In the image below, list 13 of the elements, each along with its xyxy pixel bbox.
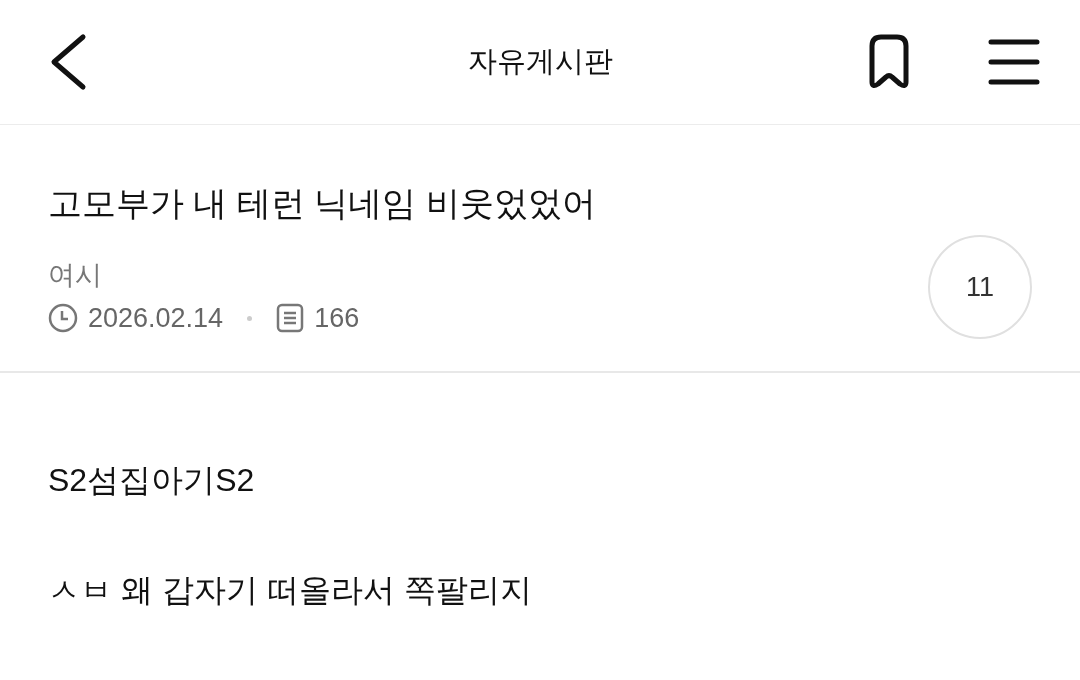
board-title: 자유게시판 bbox=[467, 44, 613, 79]
menu-icon bbox=[988, 38, 1040, 86]
post-title: 고모부가 내 테런 닉네임 비웃었었어 bbox=[48, 182, 596, 224]
view-count: 166 bbox=[314, 302, 360, 334]
document-icon bbox=[276, 303, 305, 333]
separator-dot bbox=[247, 315, 253, 321]
post-date: 2026.02.14 bbox=[88, 302, 224, 334]
author-name: 여시 bbox=[48, 258, 103, 292]
clock-icon bbox=[48, 303, 78, 333]
body-paragraph: ㅅㅂ 왜 갑자기 떠올라서 쪽팔리지 bbox=[48, 571, 533, 610]
comment-count[interactable]: 11 bbox=[928, 235, 1032, 339]
menu-button[interactable] bbox=[988, 38, 1040, 86]
body-paragraph: S2섬집아기S2 bbox=[48, 461, 256, 500]
